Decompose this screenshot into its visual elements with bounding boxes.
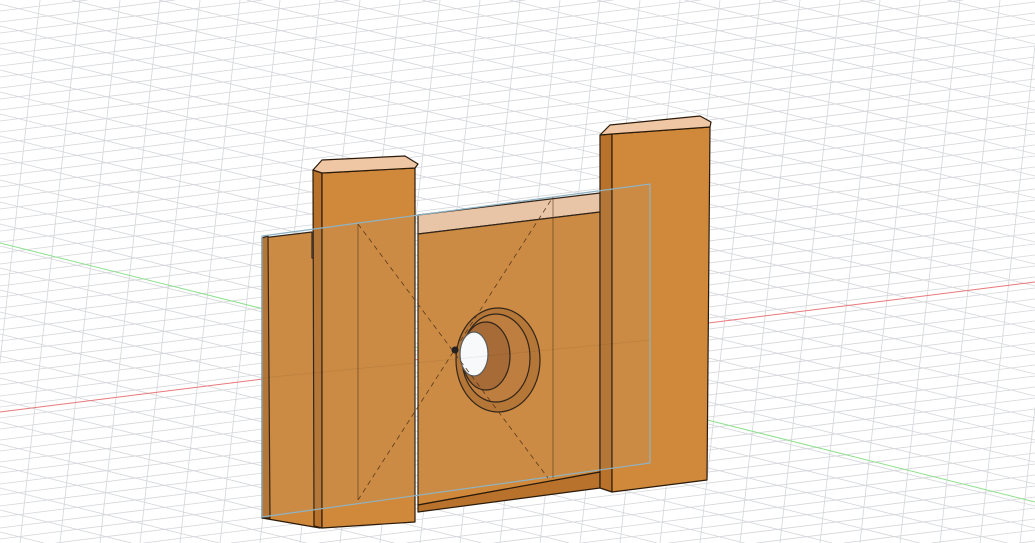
grid-line (0, 531, 44, 543)
grid-line (859, 0, 1035, 45)
grid-line (0, 0, 351, 45)
cad-viewport[interactable] (0, 0, 1035, 543)
grid-line (0, 509, 132, 543)
grid-line (421, 0, 1035, 155)
grid-line (0, 0, 614, 78)
grid-line (0, 0, 438, 56)
grid-line (139, 0, 201, 543)
grid-line (0, 56, 1035, 188)
grid-line (0, 89, 1035, 221)
grid-line (931, 529, 1035, 543)
origin-point-icon[interactable] (451, 346, 459, 354)
viewport-canvas[interactable] (0, 0, 1035, 543)
grid-line (0, 12, 1035, 144)
grid-line (756, 507, 1035, 543)
grid-line (99, 0, 161, 543)
grid-line (0, 78, 1035, 210)
grid-line (779, 0, 841, 543)
grid-line (0, 34, 1035, 166)
grid-line (0, 465, 307, 543)
grid-line (0, 0, 88, 12)
grid-line (597, 0, 1035, 111)
grid-line (772, 0, 1035, 67)
grid-line (859, 0, 921, 543)
grid-line (581, 485, 1035, 543)
grid-line (0, 45, 1035, 177)
grid-line (0, 67, 1035, 199)
grid-line (819, 0, 881, 543)
